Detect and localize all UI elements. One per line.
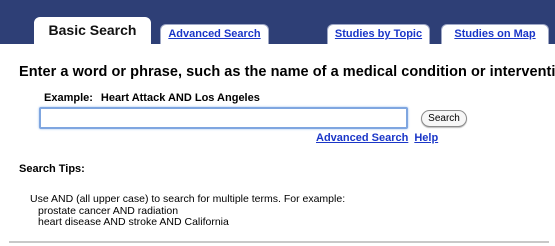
help-link[interactable]: Help: [414, 132, 438, 144]
example-text: Heart Attack AND Los Angeles: [100, 92, 260, 104]
tab-basic-search[interactable]: Basic Search: [34, 17, 151, 45]
tab-bar: Basic Search Advanced Search Studies by …: [0, 0, 555, 45]
search-tips-heading: Search Tips:: [19, 163, 85, 175]
example-label: Example:: [44, 92, 93, 104]
tab-studies-on-map[interactable]: Studies on Map: [441, 24, 549, 44]
tab-advanced-search[interactable]: Advanced Search: [160, 24, 269, 44]
search-links: Advanced Search Help: [316, 132, 438, 144]
search-tip-example: heart disease AND stroke AND California: [38, 216, 229, 228]
search-tips-intro: Use AND (all upper case) to search for m…: [30, 193, 346, 205]
search-instructions-heading: Enter a word or phrase, such as the name…: [19, 64, 555, 80]
search-button[interactable]: Search: [421, 110, 467, 127]
search-example: Example: Heart Attack AND Los Angeles: [44, 92, 260, 104]
bottom-divider: [9, 241, 549, 243]
search-input[interactable]: [39, 107, 408, 129]
tab-studies-by-topic[interactable]: Studies by Topic: [327, 24, 430, 44]
advanced-search-link[interactable]: Advanced Search: [316, 132, 408, 144]
